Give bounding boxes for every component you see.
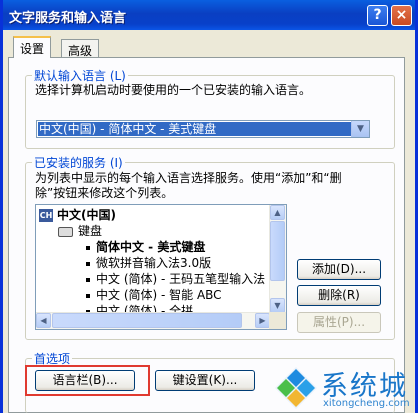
title-bar[interactable]: 文字服务和输入语言 ? ×	[3, 0, 415, 30]
key-settings-button[interactable]: 键设置(K)...	[155, 370, 255, 391]
tree-item-label: 微软拼音输入法3.0版	[96, 256, 212, 270]
close-button[interactable]: ×	[391, 5, 412, 26]
bullet-icon	[86, 245, 90, 250]
tree-item[interactable]: 微软拼音输入法3.0版	[86, 255, 211, 271]
default-language-selected: 中文(中国) - 简体中文 - 美式键盘	[38, 122, 351, 136]
remove-button[interactable]: 删除(R)	[297, 285, 381, 306]
scroll-corner	[269, 312, 286, 329]
default-language-select[interactable]: 中文(中国) - 简体中文 - 美式键盘 ▼	[36, 120, 370, 138]
help-button[interactable]: ?	[367, 5, 388, 26]
scroll-right-icon[interactable]: ▶	[255, 313, 270, 328]
scroll-down-icon[interactable]: ▼	[270, 298, 285, 313]
watermark: 系统城 xitongcheng.com	[271, 362, 418, 413]
watermark-logo-icon	[275, 367, 317, 409]
bullet-icon	[86, 261, 90, 266]
tree-category-node[interactable]: 键盘	[58, 223, 102, 239]
tree-item-label: 简体中文 - 美式键盘	[96, 240, 206, 254]
tree-item-label: 中文 (简体) - 智能 ABC	[96, 288, 222, 302]
bullet-icon	[86, 293, 90, 298]
installed-services-description-2: 除”按钮来修改这个列表。	[35, 186, 174, 200]
language-badge-icon: CH	[39, 209, 53, 222]
properties-button[interactable]: 属性(P)...	[297, 312, 381, 333]
window-title: 文字服务和输入语言	[9, 11, 127, 26]
scroll-up-icon[interactable]: ▲	[270, 205, 285, 220]
vertical-scroll-thumb[interactable]	[270, 221, 285, 281]
installed-services-group-label: 已安装的服务 (I)	[32, 154, 125, 171]
tree-category-label: 键盘	[78, 224, 103, 238]
tab-settings[interactable]: 设置	[13, 36, 52, 58]
bullet-icon	[86, 277, 90, 282]
horizontal-scroll-thumb[interactable]	[52, 313, 242, 328]
chevron-down-icon[interactable]: ▼	[351, 121, 369, 137]
tab-advanced[interactable]: 高级	[61, 39, 100, 59]
highlight-box	[25, 365, 150, 396]
watermark-url: xitongcheng.com	[323, 398, 410, 409]
tree-language-label: 中文(中国)	[57, 208, 116, 222]
vertical-scrollbar[interactable]: ▲ ▼	[269, 205, 286, 313]
keyboard-icon	[58, 226, 73, 237]
scroll-left-icon[interactable]: ◀	[36, 313, 51, 328]
tree-item[interactable]: 中文 (简体) - 王码五笔型输入法	[86, 271, 265, 287]
default-language-description: 选择计算机启动时要使用的一个已安装的输入语言。	[35, 83, 312, 97]
tree-item-label: 中文 (简体) - 王码五笔型输入法	[96, 272, 266, 286]
tree-item[interactable]: 中文 (简体) - 智能 ABC	[86, 287, 222, 303]
installed-services-description-1: 为列表中显示的每个输入语言选择服务。使用“添加”和“删	[35, 171, 342, 185]
horizontal-scrollbar[interactable]: ◀ ▶	[36, 312, 270, 329]
tree-language-node[interactable]: CH 中文(中国)	[39, 207, 116, 223]
services-tree[interactable]: CH 中文(中国) 键盘 简体中文 - 美式键盘 微软拼音输入法3.0版 中文 (…	[35, 204, 287, 330]
add-button[interactable]: 添加(D)...	[297, 259, 381, 280]
tree-item[interactable]: 简体中文 - 美式键盘	[86, 239, 205, 255]
